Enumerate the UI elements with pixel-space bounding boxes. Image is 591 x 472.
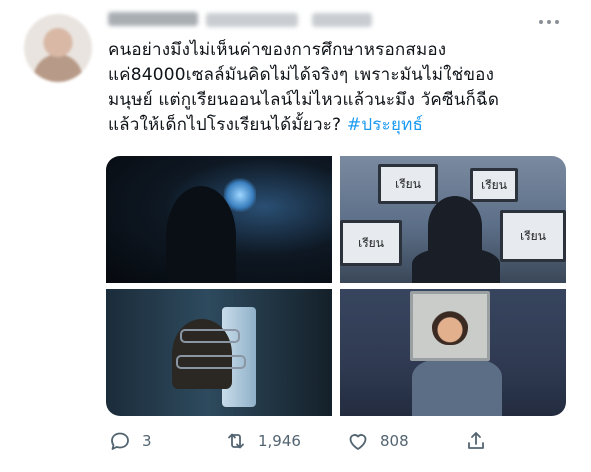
media-photo-chained-student[interactable] — [106, 289, 332, 416]
person-silhouette — [428, 196, 482, 256]
hashtag-link[interactable]: #ประยุทธ์ — [347, 115, 423, 135]
retweet-icon — [228, 433, 244, 449]
display-name-redacted[interactable] — [108, 12, 198, 26]
tweet-actions: 3 1,946 808 — [106, 426, 576, 456]
more-icon[interactable] — [539, 20, 559, 24]
media-photo-dark-room-computer[interactable] — [106, 156, 332, 283]
retweet-count: 1,946 — [258, 432, 301, 450]
monitor-screen: เรียน — [340, 220, 402, 266]
like-count: 808 — [380, 432, 409, 450]
media-grid: เรียน เรียน เรียน เรียน — [106, 156, 566, 416]
monitor-screen: เรียน — [378, 164, 438, 204]
like-icon — [349, 434, 367, 450]
like-button[interactable]: 808 — [346, 429, 409, 453]
media-photo-monitor-head-child[interactable] — [340, 289, 566, 416]
reply-count: 3 — [142, 432, 152, 450]
person-silhouette — [166, 186, 236, 283]
reply-button[interactable]: 3 — [108, 429, 152, 453]
share-button[interactable] — [464, 429, 488, 453]
person-shoulders — [412, 248, 500, 283]
retweet-button[interactable]: 1,946 — [224, 429, 301, 453]
monitor-face — [432, 307, 468, 345]
chain — [176, 355, 246, 369]
monitor-screen: เรียน — [500, 210, 566, 262]
tweet-line: คนอย่างมึงไม่เห็นค่าของการศึกษาหรอกสมอง — [108, 40, 447, 60]
reply-icon — [111, 432, 129, 450]
tweet-line: มนุษย์ แต่กูเรียนออนไลน์ไม่ไหวแล้วนะมึง … — [108, 90, 500, 110]
monitor-screen: เรียน — [470, 168, 518, 202]
avatar[interactable] — [24, 14, 92, 82]
tweet-line-text: แล้วให้เด็กไปโรงเรียนได้มั้ยวะ? — [108, 115, 342, 135]
media-photo-monitors-room[interactable]: เรียน เรียน เรียน เรียน — [340, 156, 566, 283]
share-icon — [468, 432, 484, 449]
child-body — [412, 359, 502, 416]
chain — [180, 329, 240, 343]
monitor-head — [410, 291, 490, 361]
tweet-text: คนอย่างมึงไม่เห็นค่าของการศึกษาหรอกสมอง … — [108, 38, 578, 138]
tweet-line-last: แล้วให้เด็กไปโรงเรียนได้มั้ยวะ? #ประยุทธ… — [108, 113, 578, 138]
handle-redacted[interactable] — [206, 13, 298, 27]
timestamp-redacted[interactable] — [312, 13, 372, 27]
tweet-line: แค่84000เซลล์มันคิดไม่ได้จริงๆ เพราะมันไ… — [108, 65, 495, 85]
